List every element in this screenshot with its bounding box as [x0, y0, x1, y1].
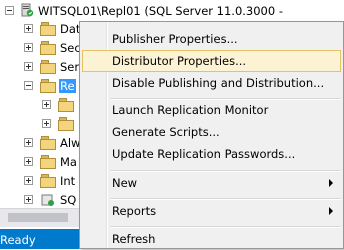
menu-item-label: Refresh [112, 232, 156, 246]
scrollbar-thumb[interactable] [8, 213, 68, 222]
menu-item-generate-scripts[interactable]: Generate Scripts... [82, 121, 341, 143]
menu-item-new[interactable]: New [82, 172, 341, 194]
menu-item-disable-publishing[interactable]: Disable Publishing and Distribution... [82, 72, 341, 94]
expand-icon[interactable] [24, 62, 33, 71]
status-bar: Ready [0, 229, 79, 249]
menu-item-label: Distributor Properties... [112, 54, 247, 68]
folder-icon [58, 98, 74, 112]
agent-icon [41, 194, 54, 206]
menu-item-label: Update Replication Passwords... [112, 147, 296, 161]
menu-item-label: New [112, 176, 138, 190]
menu-item-label: Publisher Properties... [112, 32, 238, 46]
folder-icon [40, 41, 56, 55]
folder-icon [40, 155, 56, 169]
tree-node-label: SQ [60, 193, 77, 207]
folder-icon [40, 22, 56, 36]
expand-icon[interactable] [42, 100, 51, 109]
tree-node-label: Ma [60, 155, 77, 169]
server-title: WITSQL01\Repl01 (SQL Server 11.0.3000 - [38, 4, 283, 18]
menu-item-publisher-properties[interactable]: Publisher Properties... [82, 28, 341, 50]
tree-node-label: Ser [60, 60, 80, 74]
collapse-icon[interactable] [5, 6, 14, 15]
expand-icon[interactable] [24, 138, 33, 147]
folder-icon [40, 79, 56, 93]
tree-node-label: Sec [60, 41, 81, 55]
expand-icon[interactable] [24, 43, 33, 52]
folder-icon [40, 174, 56, 188]
tree-node-label: Alw [60, 136, 81, 150]
collapse-icon[interactable] [24, 81, 33, 90]
folder-icon [40, 136, 56, 150]
menu-item-update-replication-passwords[interactable]: Update Replication Passwords... [82, 143, 341, 165]
menu-item-label: Disable Publishing and Distribution... [112, 76, 325, 90]
tree-node-label: Int [60, 174, 76, 188]
tree-node-label: Re [59, 79, 76, 93]
menu-item-launch-replication-monitor[interactable]: Launch Replication Monitor [82, 99, 341, 121]
expand-icon[interactable] [24, 176, 33, 185]
submenu-arrow-icon [329, 207, 333, 215]
expand-icon[interactable] [24, 195, 33, 204]
status-text: Ready [0, 233, 36, 247]
menu-item-refresh[interactable]: Refresh [82, 228, 341, 250]
horizontal-scrollbar[interactable] [0, 208, 79, 227]
expand-icon[interactable] [24, 24, 33, 33]
expand-icon[interactable] [42, 119, 51, 128]
menu-item-label: Launch Replication Monitor [112, 103, 269, 117]
folder-icon [40, 60, 56, 74]
context-menu: Publisher Properties... Distributor Prop… [79, 21, 344, 249]
menu-item-distributor-properties[interactable]: Distributor Properties... [82, 50, 341, 72]
expand-icon[interactable] [24, 157, 33, 166]
menu-item-label: Reports [112, 204, 157, 218]
menu-item-label: Generate Scripts... [112, 125, 220, 139]
folder-icon [58, 117, 74, 131]
submenu-arrow-icon [329, 179, 333, 187]
server-icon [21, 3, 34, 17]
menu-item-reports[interactable]: Reports [82, 200, 341, 222]
